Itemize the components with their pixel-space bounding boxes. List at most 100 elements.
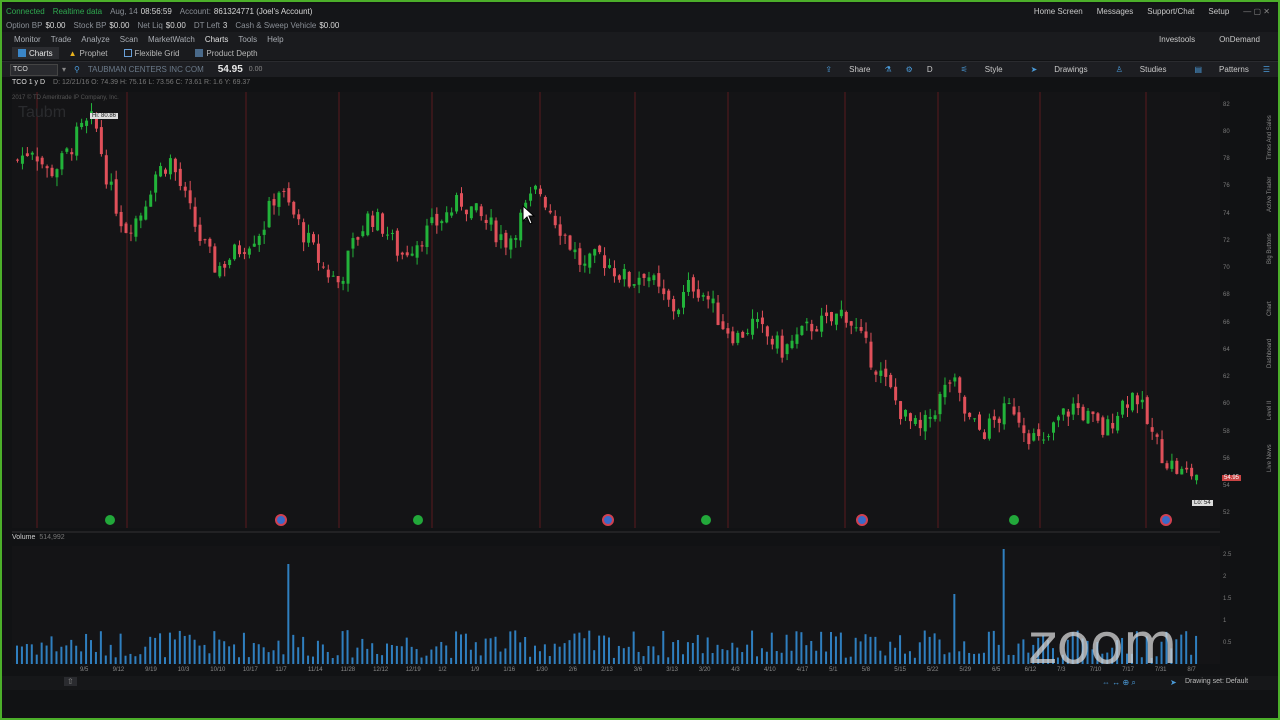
volume-bar bbox=[677, 640, 680, 664]
volume-bar bbox=[899, 635, 902, 664]
volume-bar bbox=[312, 656, 314, 664]
candle-body bbox=[1081, 406, 1085, 421]
candle-body bbox=[371, 215, 375, 227]
sidebar-tab[interactable]: Dashboard bbox=[1267, 339, 1273, 368]
volume-bar bbox=[563, 643, 566, 664]
y-tick-label: 54 bbox=[1223, 483, 1230, 490]
candle-body bbox=[75, 126, 79, 156]
chart-info: TCO 1 y D D: 12/21/16 O: 74.39 H: 75.16 … bbox=[12, 79, 250, 86]
candle-body bbox=[405, 252, 409, 256]
volume-bar bbox=[982, 652, 985, 664]
volume-bar bbox=[529, 656, 532, 664]
volume-bar bbox=[913, 657, 916, 664]
volume-bar bbox=[35, 654, 38, 664]
candle-body bbox=[928, 417, 932, 419]
volume-label: Volume 514,992 bbox=[12, 534, 65, 541]
candle-body bbox=[968, 412, 972, 417]
volume-bar bbox=[400, 646, 403, 664]
volume-bar bbox=[933, 633, 936, 664]
zoom-controls[interactable]: ⇔ ↔ ⊕ ⌕ bbox=[1102, 678, 1136, 688]
volume-bar bbox=[267, 652, 270, 664]
volume-bar bbox=[553, 643, 556, 664]
sidebar-tab[interactable]: Level II bbox=[1267, 401, 1273, 420]
volume-bar bbox=[292, 634, 295, 664]
candle-body bbox=[420, 245, 424, 247]
candle-body bbox=[307, 232, 311, 243]
volume-bar bbox=[55, 651, 58, 664]
sidebar-tab[interactable]: Chart bbox=[1267, 301, 1273, 316]
candle-body bbox=[252, 243, 256, 247]
candle-body bbox=[302, 222, 306, 243]
candle-body bbox=[731, 331, 735, 344]
candle-body bbox=[849, 321, 853, 326]
candle-body bbox=[765, 326, 769, 337]
volume-bar bbox=[632, 631, 635, 664]
candle-body bbox=[440, 221, 444, 224]
candle-body bbox=[553, 215, 557, 226]
candle-body bbox=[682, 291, 685, 308]
candle-body bbox=[1106, 419, 1110, 436]
volume-bar bbox=[682, 654, 684, 664]
x-tick-label: 4/10 bbox=[764, 667, 776, 673]
candle-body bbox=[164, 169, 167, 174]
candle-body bbox=[1042, 439, 1046, 441]
candle-body bbox=[696, 289, 700, 298]
volume-bar bbox=[410, 646, 413, 664]
x-tick-label: 11/28 bbox=[340, 667, 356, 673]
volume-bar bbox=[346, 630, 349, 664]
volume-bar bbox=[662, 630, 665, 664]
volume-bar bbox=[159, 633, 162, 664]
candle-body bbox=[982, 432, 986, 439]
volume-bar bbox=[904, 653, 906, 664]
candle-body bbox=[578, 248, 582, 265]
candle-body bbox=[40, 157, 44, 165]
candle-body bbox=[1002, 403, 1006, 425]
candle-body bbox=[60, 153, 64, 170]
candle-body bbox=[85, 120, 89, 126]
x-tick-label: 11/7 bbox=[275, 667, 287, 673]
x-tick-label: 4/17 bbox=[796, 667, 809, 673]
sidebar-tab[interactable]: Live News bbox=[1267, 444, 1273, 472]
candle-body bbox=[1121, 400, 1125, 415]
volume-bar bbox=[435, 646, 438, 664]
sidebar-tab[interactable]: Active Trader bbox=[1267, 177, 1273, 212]
volume-bar bbox=[20, 646, 23, 664]
bottom-bar: ⇧ ⇔ ↔ ⊕ ⌕ ➤ bbox=[2, 676, 1278, 690]
volume-bar bbox=[178, 630, 181, 664]
volume-bar bbox=[114, 657, 117, 664]
candle-body bbox=[50, 167, 54, 177]
candle-body bbox=[933, 415, 937, 420]
volume-bar bbox=[430, 649, 433, 664]
x-tick-label: 5/15 bbox=[894, 667, 906, 673]
volume-bar bbox=[524, 636, 527, 664]
volume-bar bbox=[60, 646, 63, 664]
drawing-pointer-icon[interactable]: ➤ bbox=[1170, 678, 1177, 687]
candle-body bbox=[923, 414, 927, 432]
candle-body bbox=[864, 331, 868, 338]
candle-body bbox=[593, 249, 597, 256]
expand-icon[interactable]: ⇧ bbox=[64, 677, 77, 686]
candle-body bbox=[1076, 403, 1080, 409]
low-label: Lo: 54 bbox=[1192, 500, 1213, 506]
sidebar-tab[interactable]: Big Buttons bbox=[1267, 233, 1273, 264]
candle-body bbox=[741, 331, 745, 338]
candle-body bbox=[1165, 463, 1169, 469]
candle-body bbox=[1096, 413, 1100, 421]
volume-bar bbox=[672, 642, 675, 664]
candle-body bbox=[45, 166, 49, 169]
y-tick-label: 56 bbox=[1223, 455, 1230, 462]
volume-bar bbox=[558, 646, 561, 664]
volume-bar bbox=[849, 656, 852, 664]
volume-bar bbox=[538, 651, 541, 664]
volume-bar bbox=[440, 641, 443, 664]
volume-bar bbox=[578, 632, 581, 664]
candle-body bbox=[1027, 433, 1031, 445]
sidebar-tab[interactable]: Times And Sales bbox=[1267, 115, 1273, 160]
candle-body bbox=[178, 168, 182, 186]
x-tick-label: 2/13 bbox=[601, 667, 613, 673]
candle-body bbox=[830, 311, 833, 322]
volume-bar bbox=[484, 638, 487, 664]
volume-bar bbox=[716, 644, 719, 664]
drawing-set-label[interactable]: Drawing set: Default bbox=[1185, 678, 1248, 685]
y-tick-label: 78 bbox=[1223, 156, 1230, 163]
